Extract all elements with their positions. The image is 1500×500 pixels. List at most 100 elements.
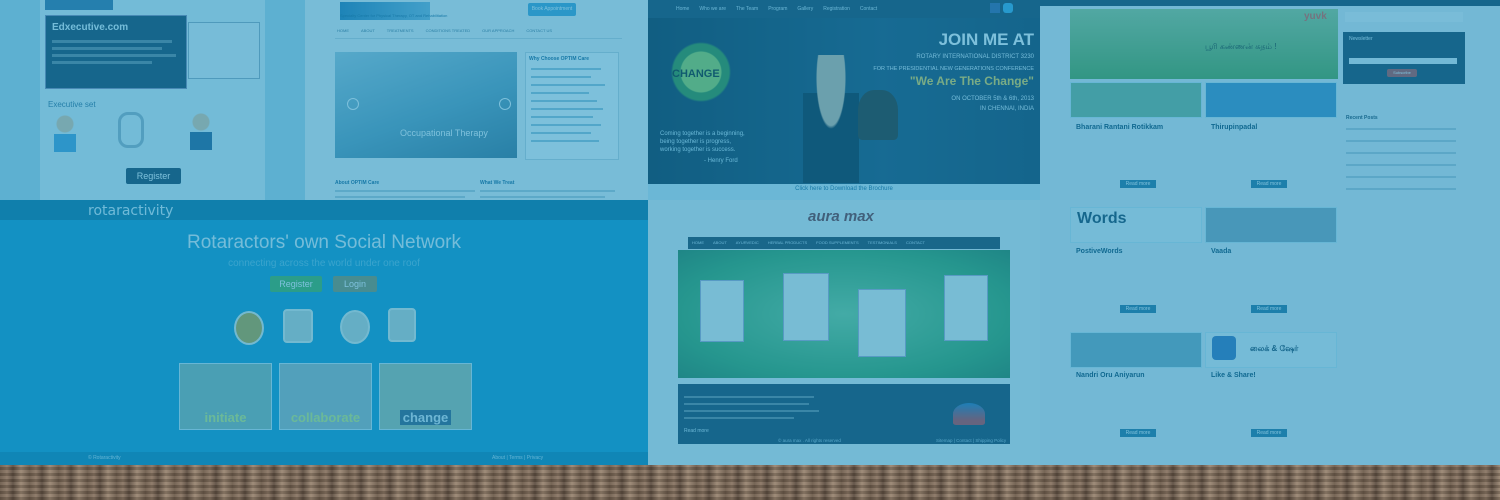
edx-caption: Executive set bbox=[48, 100, 96, 109]
blog-post-7-read[interactable]: Read more bbox=[1251, 429, 1287, 437]
rotaract-heading: Rotaractors' own Social Network bbox=[187, 232, 461, 253]
auramax-read-more[interactable]: Read more bbox=[684, 428, 709, 434]
blog-post-4-title[interactable]: PostiveWords bbox=[1076, 248, 1123, 255]
product-box-3 bbox=[858, 289, 906, 357]
event-quote-small-1: Coming together is a beginning, bbox=[660, 131, 745, 137]
facebook-icon[interactable] bbox=[990, 3, 1000, 13]
like-thumb-icon bbox=[1212, 336, 1236, 360]
blog-search-input[interactable] bbox=[1345, 12, 1463, 22]
blog-post-5-title[interactable]: Vaada bbox=[1211, 248, 1231, 255]
rock-texture-strip bbox=[0, 465, 1500, 500]
optim-nav-contact[interactable]: CONTACT US bbox=[526, 28, 552, 38]
initiate-label: initiate bbox=[204, 410, 247, 425]
blog-post-4-read[interactable]: Read more bbox=[1120, 305, 1156, 313]
event-headline: JOIN ME AT bbox=[938, 30, 1034, 49]
blog-post-1-read[interactable]: Read more bbox=[1120, 180, 1156, 188]
blog-topbar bbox=[1040, 0, 1500, 6]
auramax-navbar: HOME ABOUT AYURVEDIC HERBAL PRODUCTS FOO… bbox=[688, 237, 1000, 249]
blog-newsletter-title: Newsletter bbox=[1349, 36, 1373, 42]
auramax-nav-ayurvedic[interactable]: AYURVEDIC bbox=[736, 237, 759, 249]
blog-thumb-2[interactable] bbox=[1205, 82, 1337, 118]
rotaract-login-button[interactable]: Login bbox=[333, 276, 377, 292]
optim-nav: HOME ABOUT TREATMENTS CONDITIONS TREATED… bbox=[335, 28, 622, 39]
site-panel-optim: Specialty Center for Physical Therapy, O… bbox=[305, 0, 648, 215]
person-icon bbox=[186, 110, 216, 150]
optim-tagline: Specialty Center for Physical Therapy, O… bbox=[340, 13, 448, 18]
blog-post-5-read[interactable]: Read more bbox=[1251, 305, 1287, 313]
optim-nav-approach[interactable]: OUR APPROACH bbox=[482, 28, 514, 38]
blog-newsletter-input[interactable] bbox=[1349, 58, 1457, 64]
auramax-nav-contact[interactable]: CONTACT bbox=[906, 237, 925, 249]
rotaract-logo bbox=[283, 309, 313, 343]
blog-thumb-6[interactable] bbox=[1070, 332, 1202, 368]
change-label: change bbox=[400, 410, 451, 425]
collaborate-thumb[interactable]: collaborate bbox=[279, 363, 372, 430]
change-logo-text: CHANGE bbox=[672, 68, 720, 80]
rotaract-footer-left: © Rotaractivity bbox=[88, 455, 121, 461]
event-quote-author: - Henry Ford bbox=[704, 158, 738, 164]
rotaract-brand: rotaractivity bbox=[88, 203, 174, 219]
blog-post-1-title[interactable]: Bharani Rantani Rotikkam bbox=[1076, 124, 1163, 131]
collaborate-label: collaborate bbox=[290, 410, 361, 425]
site-panel-rotary-event: Home Who we are The Team Program Gallery… bbox=[648, 0, 1040, 200]
blog-banner bbox=[1070, 9, 1338, 79]
auramax-copyright: © aura max . All rights reserved bbox=[778, 438, 841, 443]
optim-nav-about[interactable]: ABOUT bbox=[361, 28, 375, 38]
event-download-link[interactable]: Click here to Download the Brochure bbox=[648, 186, 1040, 192]
auramax-nav-testimonials[interactable]: TESTIMONIALS bbox=[868, 237, 897, 249]
blog-post-2-read[interactable]: Read more bbox=[1251, 180, 1287, 188]
auramax-nav-food[interactable]: FOOD SUPPLEMENTS bbox=[816, 237, 858, 249]
rotary-wheel-logo bbox=[234, 311, 264, 345]
blog-subscribe-button[interactable]: Subscribe bbox=[1387, 69, 1417, 77]
event-nav-who[interactable]: Who we are bbox=[699, 0, 726, 18]
event-navbar: Home Who we are The Team Program Gallery… bbox=[648, 0, 1040, 18]
event-nav-gallery[interactable]: Gallery bbox=[797, 0, 813, 18]
auramax-logo: aura max bbox=[808, 208, 874, 225]
interact-logo bbox=[340, 310, 370, 344]
optim-nav-home[interactable]: HOME bbox=[337, 28, 349, 38]
slider-next-icon[interactable] bbox=[499, 98, 511, 110]
blog-thumb-1[interactable] bbox=[1070, 82, 1202, 118]
change-thumb[interactable]: change bbox=[379, 363, 472, 430]
event-nav-team[interactable]: The Team bbox=[736, 0, 758, 18]
edx-top-tab[interactable] bbox=[45, 0, 113, 10]
auramax-nav-about[interactable]: ABOUT bbox=[713, 237, 727, 249]
blog-post-2-title[interactable]: Thirupinpadal bbox=[1211, 124, 1257, 131]
blog-post-6-read[interactable]: Read more bbox=[1120, 429, 1156, 437]
auramax-badge-icon bbox=[953, 403, 985, 425]
blog-words-logo: Words bbox=[1077, 210, 1127, 227]
rotaract-footer-right[interactable]: About | Terms | Privacy bbox=[492, 455, 543, 461]
blog-brand: yuvk bbox=[1304, 11, 1327, 22]
optim-cta-button[interactable]: Book Appointment bbox=[528, 3, 576, 16]
optim-slider[interactable] bbox=[335, 52, 517, 158]
site-panel-edxecutive: Edxecutive.com Executive set Register bbox=[0, 0, 305, 210]
event-nav-registration[interactable]: Registration bbox=[823, 0, 850, 18]
slider-prev-icon[interactable] bbox=[347, 98, 359, 110]
edx-site-name: Edxecutive.com bbox=[52, 22, 129, 33]
site-panel-rotaractivity: rotaractivity Rotaractors' own Social Ne… bbox=[0, 200, 648, 465]
blog-post-7-title[interactable]: Like & Share! bbox=[1211, 372, 1256, 379]
event-nav-home[interactable]: Home bbox=[676, 0, 689, 18]
event-nav-program[interactable]: Program bbox=[768, 0, 787, 18]
rotaract-register-button[interactable]: Register bbox=[270, 276, 322, 292]
event-line2: FOR THE PRESIDENTIAL NEW GENERATIONS CON… bbox=[873, 66, 1034, 72]
optim-nav-treatments[interactable]: TREATMENTS bbox=[387, 28, 414, 38]
people-icon bbox=[50, 112, 80, 152]
blog-banner-text: பூரி கண்ணன் கதம் ! bbox=[1205, 42, 1277, 51]
optim-nav-conditions[interactable]: CONDITIONS TREATED bbox=[426, 28, 471, 38]
optim-about-title: About OPTIM Care bbox=[335, 180, 380, 186]
auramax-nav-home[interactable]: HOME bbox=[692, 237, 704, 249]
edx-register-button[interactable]: Register bbox=[126, 168, 181, 184]
auramax-footer-links[interactable]: Sitemap | Contact | Shipping Policy bbox=[936, 438, 1006, 443]
event-quote: "We Are The Change" bbox=[909, 74, 1034, 88]
event-quote-small-2: being together is progress, bbox=[660, 139, 732, 145]
event-nav-contact[interactable]: Contact bbox=[860, 0, 877, 18]
blog-post-6-title[interactable]: Nandri Oru Aniyarun bbox=[1076, 372, 1145, 379]
twitter-icon[interactable] bbox=[1003, 3, 1013, 13]
product-box-1 bbox=[700, 280, 744, 342]
product-box-4 bbox=[944, 275, 988, 341]
initiate-thumb[interactable]: initiate bbox=[179, 363, 272, 430]
auramax-nav-herbal[interactable]: HERBAL PRODUCTS bbox=[768, 237, 807, 249]
rotaract-subheading: connecting across the world under one ro… bbox=[228, 258, 420, 269]
blog-thumb-vaada[interactable] bbox=[1205, 207, 1337, 243]
